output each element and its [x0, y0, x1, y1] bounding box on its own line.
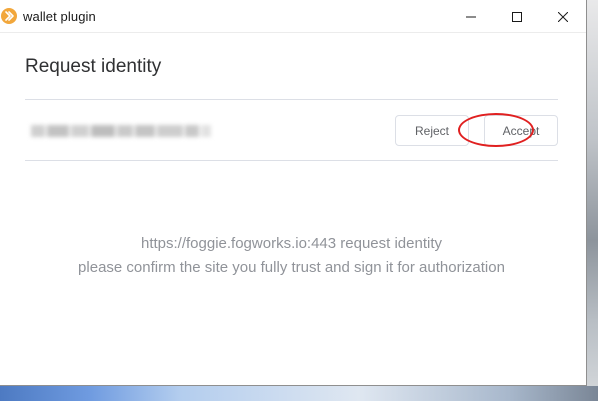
title-bar[interactable]: wallet plugin	[0, 0, 586, 33]
wallet-plugin-window: wallet plugin Request identity Reject Ac…	[0, 0, 587, 386]
chevron-right-circle-icon	[1, 8, 17, 24]
redacted-identity-value	[31, 120, 225, 142]
desktop-background-right	[587, 0, 598, 401]
identity-row: Reject Accept	[25, 100, 558, 160]
close-icon	[558, 11, 568, 22]
minimize-icon	[466, 16, 476, 17]
page-title: Request identity	[25, 56, 162, 77]
maximize-button[interactable]	[494, 0, 540, 33]
close-button[interactable]	[540, 0, 586, 33]
desktop-background-bottom	[0, 386, 598, 401]
window-title: wallet plugin	[23, 9, 96, 24]
request-message: https://foggie.fogworks.io:443 request i…	[25, 232, 558, 280]
divider-bottom	[25, 160, 558, 161]
accept-button[interactable]: Accept	[484, 115, 558, 146]
request-message-line-1: https://foggie.fogworks.io:443 request i…	[140, 235, 442, 252]
maximize-icon	[512, 11, 522, 22]
minimize-button[interactable]	[448, 0, 494, 33]
reject-button[interactable]: Reject	[395, 115, 469, 146]
request-message-line-2: please confirm the site you fully trust …	[78, 259, 505, 276]
